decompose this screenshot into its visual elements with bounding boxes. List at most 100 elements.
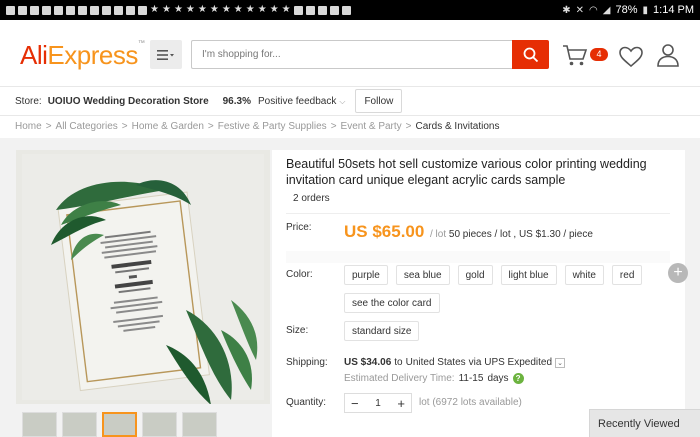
notification-icon [317, 5, 327, 15]
help-icon[interactable]: ? [512, 373, 524, 384]
color-option-gold[interactable]: gold [457, 265, 493, 285]
star-icon: ★ [185, 4, 195, 15]
follow-button[interactable]: Follow [355, 89, 403, 113]
status-bar: ★ ★ ★ ★ ★ ★ ★ ★ ★ ★ ★ ★ ✱ ✕ ◠ ◢ 78% ▮ 1:… [0, 0, 700, 20]
notification-icon [138, 5, 147, 15]
shipping-country[interactable]: United States [406, 357, 466, 368]
color-option-color-card[interactable]: see the color card [344, 293, 440, 313]
notification-icon [42, 5, 51, 15]
breadcrumb: Home > All Categories > Home & Garden > … [15, 121, 499, 132]
star-icon: ★ [150, 4, 159, 15]
breadcrumb-home-garden[interactable]: Home & Garden [132, 121, 204, 132]
thumbnail-selected[interactable] [102, 412, 137, 437]
shipping-to: to [394, 357, 403, 368]
thumbnail[interactable] [182, 412, 217, 437]
logo-express-text: Express [47, 40, 138, 70]
thumbnail[interactable] [62, 412, 97, 437]
mute-icon: ✕ [575, 4, 585, 16]
shipping-label: Shipping: [286, 357, 328, 368]
size-label: Size: [286, 325, 309, 336]
account-icon[interactable] [655, 42, 681, 68]
color-option-white[interactable]: white [564, 265, 604, 285]
notification-icon [341, 5, 351, 15]
color-option-sea-blue[interactable]: sea blue [395, 265, 450, 285]
notification-icon [6, 5, 15, 15]
breadcrumb-event-party[interactable]: Event & Party [341, 121, 402, 132]
product-info-panel: Beautiful 50sets hot sell customize vari… [272, 150, 685, 437]
star-icon: ★ [233, 4, 243, 15]
positive-feedback-link[interactable]: Positive feedback ⌵ [258, 96, 345, 107]
breadcrumb-separator: > [121, 121, 128, 132]
breadcrumb-home[interactable]: Home [15, 121, 42, 132]
color-option-purple[interactable]: purple [344, 265, 388, 285]
wishlist-heart-icon[interactable] [618, 45, 644, 69]
thumbnail[interactable] [142, 412, 177, 437]
follow-label: Follow [364, 95, 394, 107]
store-name-link[interactable]: UOIUO Wedding Decoration Store [48, 96, 209, 107]
color-option-red[interactable]: red [611, 265, 643, 285]
breadcrumb-all-categories[interactable]: All Categories [56, 121, 118, 132]
notification-icon [126, 5, 135, 15]
system-tray: ✱ ✕ ◠ ◢ 78% ▮ 1:14 PM [562, 4, 694, 16]
divider [286, 251, 670, 263]
store-bar: Store: UOIUO Wedding Decoration Store 96… [0, 86, 700, 116]
star-icon: ★ [269, 4, 279, 15]
wifi-icon: ◠ [589, 4, 598, 16]
size-option-standard[interactable]: standard size [344, 321, 420, 341]
star-icon: ★ [281, 4, 291, 15]
trademark-icon: ™ [137, 40, 145, 47]
thumbnail[interactable] [22, 412, 57, 437]
star-icon: ★ [245, 4, 255, 15]
cart-icon[interactable] [562, 42, 588, 68]
category-menu-button[interactable] [150, 40, 182, 69]
color-option-light-blue[interactable]: light blue [500, 265, 557, 285]
star-icon: ★ [257, 4, 267, 15]
lots-available: lot (6972 lots available) [419, 397, 522, 408]
delivery-days: 11-15 [458, 373, 484, 384]
notification-icon [66, 5, 75, 15]
aliexpress-logo[interactable]: AliExpress™ [20, 40, 145, 71]
quantity-label: Quantity: [286, 397, 327, 408]
chevron-down-icon[interactable]: ⌄ [555, 357, 566, 368]
battery-level: 78% [615, 4, 638, 16]
notification-icon [18, 5, 27, 15]
delivery-unit: days [487, 373, 509, 384]
breadcrumb-festive-party[interactable]: Festive & Party Supplies [218, 121, 327, 132]
increment-button[interactable]: + [397, 396, 405, 411]
search-placeholder: I'm shopping for... [202, 49, 281, 60]
battery-icon: ▮ [642, 4, 649, 16]
site-header: AliExpress™ I'm shopping for... 4 [0, 20, 700, 86]
star-icon: ★ [209, 4, 219, 15]
delivery-estimate: Estimated Delivery Time: 11-15 days ? [344, 373, 524, 384]
cart-count-badge: 4 [590, 48, 608, 61]
price-label: Price: [286, 222, 312, 233]
notification-icon [114, 5, 123, 15]
quantity-stepper: − 1 + [344, 393, 412, 413]
notification-icon [102, 5, 111, 15]
floating-plus-icon[interactable]: + [668, 263, 688, 283]
breadcrumb-separator: > [405, 121, 412, 132]
search-input[interactable]: I'm shopping for... [191, 40, 512, 69]
breadcrumb-separator: > [207, 121, 214, 132]
product-price: US $65.00 [344, 222, 425, 241]
decrement-button[interactable]: − [351, 396, 359, 411]
shipping-info: US $34.06 to United States via UPS Exped… [344, 357, 566, 368]
clock: 1:14 PM [653, 4, 694, 16]
delivery-label: Estimated Delivery Time: [344, 373, 455, 384]
shipping-cost: US $34.06 [344, 357, 392, 368]
product-main-image[interactable] [16, 150, 270, 404]
image-thumbnails [22, 412, 217, 437]
notification-icon [78, 5, 87, 15]
breadcrumb-cards-invitations[interactable]: Cards & Invitations [416, 121, 500, 132]
color-options: purple sea blue gold light blue white re… [344, 265, 664, 313]
notification-icon [305, 5, 315, 15]
battery-saver-icon: ✱ [562, 4, 571, 16]
search-icon [523, 47, 538, 62]
breadcrumb-separator: > [330, 121, 337, 132]
notification-icon [54, 5, 63, 15]
recently-viewed-button[interactable]: Recently Viewed [589, 409, 700, 437]
shipping-method[interactable]: via UPS Expedited [469, 357, 552, 368]
quantity-input[interactable]: 1 [375, 398, 381, 409]
search-button[interactable] [512, 40, 549, 69]
positive-feedback-label: Positive feedback [257, 95, 337, 107]
